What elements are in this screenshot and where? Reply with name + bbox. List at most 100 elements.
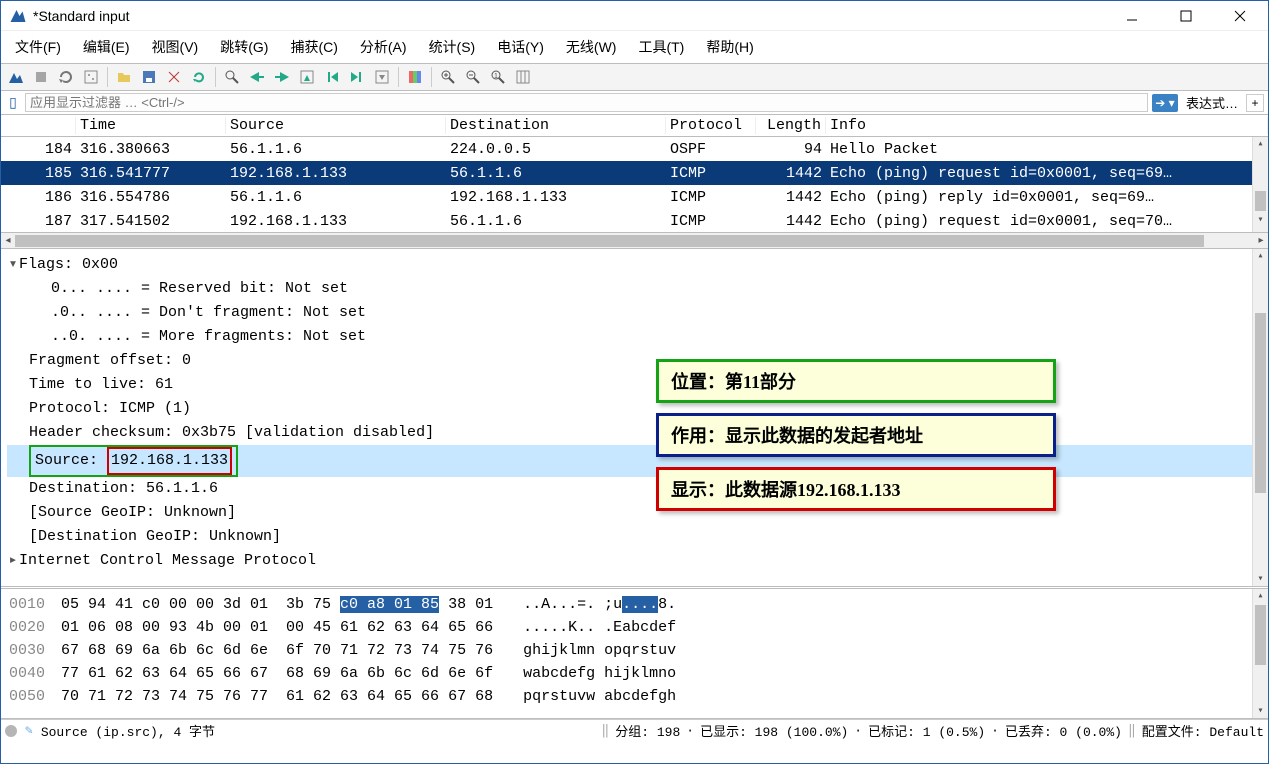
window-title: *Standard input <box>33 8 1112 24</box>
find-icon[interactable] <box>221 66 243 88</box>
go-to-packet-icon[interactable] <box>296 66 318 88</box>
menu-stats[interactable]: 统计(S) <box>423 35 482 59</box>
field-header-checksum[interactable]: Header checksum: 0x3b75 [validation disa… <box>7 421 1262 445</box>
status-field: Source (ip.src), 4 字节 <box>41 721 215 740</box>
zoom-reset-icon[interactable]: 1 <box>487 66 509 88</box>
twisty-closed-icon[interactable]: ▸ <box>7 549 19 573</box>
field-protocol[interactable]: Protocol: ICMP (1) <box>7 397 1262 421</box>
status-pencil-icon[interactable]: ✎ <box>25 723 33 738</box>
annotation-callouts: 位置：第11部分 作用：显示此数据的发起者地址 显示：此数据源192.168.1… <box>656 359 1056 511</box>
source-value: 192.168.1.133 <box>107 447 232 475</box>
main-toolbar: 1 <box>1 63 1268 91</box>
auto-scroll-icon[interactable] <box>371 66 393 88</box>
packet-list-hscroll[interactable]: ◂▸ <box>1 233 1268 249</box>
packet-list: No. Time Source Destination Protocol Len… <box>1 115 1268 233</box>
col-length[interactable]: Length <box>756 117 826 134</box>
twisty-open-icon[interactable]: ▾ <box>7 253 19 277</box>
menu-bar: 文件(F) 编辑(E) 视图(V) 跳转(G) 捕获(C) 分析(A) 统计(S… <box>1 31 1268 63</box>
resize-columns-icon[interactable] <box>512 66 534 88</box>
hex-row[interactable]: 001005 94 41 c0 00 00 3d 01 3b 75 c0 a8 … <box>9 593 1260 616</box>
status-displayed: 已显示: 198 (100.0%) <box>700 721 848 740</box>
packet-bytes[interactable]: 001005 94 41 c0 00 00 3d 01 3b 75 c0 a8 … <box>1 589 1268 719</box>
protocol-icmp[interactable]: Internet Control Message Protocol <box>19 552 316 569</box>
packet-row[interactable]: 185316.541777192.168.1.13356.1.1.6ICMP14… <box>1 161 1268 185</box>
apply-filter-button[interactable]: ➔ ▾ <box>1152 94 1178 112</box>
zoom-out-icon[interactable] <box>462 66 484 88</box>
menu-capture[interactable]: 捕获(C) <box>284 35 343 59</box>
svg-text:1: 1 <box>494 73 498 80</box>
scroll-down-icon[interactable]: ▾ <box>1253 213 1268 227</box>
expert-info-icon[interactable] <box>5 725 17 737</box>
close-button[interactable] <box>1220 4 1260 28</box>
reload-icon[interactable] <box>188 66 210 88</box>
capture-start-icon[interactable] <box>5 66 27 88</box>
open-file-icon[interactable] <box>113 66 135 88</box>
hex-scrollbar[interactable]: ▴ ▾ <box>1252 589 1268 718</box>
packet-row[interactable]: 187317.541502192.168.1.13356.1.1.6ICMP14… <box>1 209 1268 233</box>
packet-row[interactable]: 184316.38066356.1.1.6224.0.0.5OSPF94Hell… <box>1 137 1268 161</box>
status-bar: ✎ Source (ip.src), 4 字节 ‖ 分组: 198 · 已显示:… <box>1 719 1268 741</box>
field-ttl[interactable]: Time to live: 61 <box>7 373 1262 397</box>
field-destination[interactable]: Destination: 56.1.1.6 <box>7 477 1262 501</box>
menu-help[interactable]: 帮助(H) <box>700 35 759 59</box>
field-dont-fragment[interactable]: .0.. .... = Don't fragment: Not set <box>7 301 1262 325</box>
hex-row[interactable]: 002001 06 08 00 93 4b 00 01 00 45 61 62 … <box>9 616 1260 639</box>
display-filter-input[interactable] <box>25 93 1148 112</box>
display-filter-bar: ▯ ➔ ▾ 表达式… + <box>1 91 1268 115</box>
hex-row[interactable]: 004077 61 62 63 64 65 66 67 68 69 6a 6b … <box>9 662 1260 685</box>
field-source[interactable]: Source: 192.168.1.133 <box>7 445 1262 477</box>
wireshark-logo-icon <box>9 7 27 25</box>
packet-list-header: No. Time Source Destination Protocol Len… <box>1 115 1268 137</box>
colorize-icon[interactable] <box>404 66 426 88</box>
col-destination[interactable]: Destination <box>446 117 666 134</box>
field-reserved-bit[interactable]: 0... .... = Reserved bit: Not set <box>7 277 1262 301</box>
col-protocol[interactable]: Protocol <box>666 117 756 134</box>
menu-go[interactable]: 跳转(G) <box>214 35 274 59</box>
field-destination-geoip[interactable]: [Destination GeoIP: Unknown] <box>7 525 1262 549</box>
go-back-icon[interactable] <box>246 66 268 88</box>
menu-telephony[interactable]: 电话(Y) <box>491 35 550 59</box>
menu-edit[interactable]: 编辑(E) <box>77 35 136 59</box>
menu-analyze[interactable]: 分析(A) <box>354 35 413 59</box>
go-first-icon[interactable] <box>321 66 343 88</box>
menu-view[interactable]: 视图(V) <box>146 35 205 59</box>
capture-restart-icon[interactable] <box>55 66 77 88</box>
callout-role: 作用：显示此数据的发起者地址 <box>656 413 1056 457</box>
hex-row[interactable]: 003067 68 69 6a 6b 6c 6d 6e 6f 70 71 72 … <box>9 639 1260 662</box>
col-info[interactable]: Info <box>826 117 1268 134</box>
go-last-icon[interactable] <box>346 66 368 88</box>
packet-details[interactable]: ▾Flags: 0x00 0... .... = Reserved bit: N… <box>1 249 1268 589</box>
menu-file[interactable]: 文件(F) <box>9 35 67 59</box>
titlebar: *Standard input <box>1 1 1268 31</box>
menu-wireless[interactable]: 无线(W) <box>560 35 623 59</box>
add-filter-button[interactable]: + <box>1246 94 1264 112</box>
maximize-button[interactable] <box>1166 4 1206 28</box>
zoom-in-icon[interactable] <box>437 66 459 88</box>
col-time[interactable]: Time <box>76 117 226 134</box>
status-profile[interactable]: 配置文件: Default <box>1142 721 1264 740</box>
field-more-fragments[interactable]: ..0. .... = More fragments: Not set <box>7 325 1262 349</box>
packet-rows[interactable]: 184316.38066356.1.1.6224.0.0.5OSPF94Hell… <box>1 137 1268 233</box>
minimize-button[interactable] <box>1112 4 1152 28</box>
field-flags[interactable]: Flags: 0x00 <box>19 256 118 273</box>
close-file-icon[interactable] <box>163 66 185 88</box>
expression-button[interactable]: 表达式… <box>1182 93 1242 112</box>
go-forward-icon[interactable] <box>271 66 293 88</box>
col-no[interactable]: No. <box>1 117 76 134</box>
scroll-up-icon[interactable]: ▴ <box>1253 137 1268 151</box>
col-source[interactable]: Source <box>226 117 446 134</box>
save-file-icon[interactable] <box>138 66 160 88</box>
packet-list-scrollbar[interactable]: ▴ ▾ <box>1252 137 1268 232</box>
field-fragment-offset[interactable]: Fragment offset: 0 <box>7 349 1262 373</box>
field-source-geoip[interactable]: [Source GeoIP: Unknown] <box>7 501 1262 525</box>
status-dropped: 已丢弃: 0 (0.0%) <box>1005 721 1122 740</box>
capture-options-icon[interactable] <box>80 66 102 88</box>
capture-stop-icon[interactable] <box>30 66 52 88</box>
status-marked: 已标记: 1 (0.5%) <box>868 721 985 740</box>
callout-display: 显示：此数据源192.168.1.133 <box>656 467 1056 511</box>
menu-tools[interactable]: 工具(T) <box>632 35 690 59</box>
packet-row[interactable]: 186316.55478656.1.1.6192.168.1.133ICMP14… <box>1 185 1268 209</box>
bookmark-filter-icon[interactable]: ▯ <box>5 94 21 111</box>
details-scrollbar[interactable]: ▴ ▾ <box>1252 249 1268 586</box>
hex-row[interactable]: 005070 71 72 73 74 75 76 77 61 62 63 64 … <box>9 685 1260 708</box>
